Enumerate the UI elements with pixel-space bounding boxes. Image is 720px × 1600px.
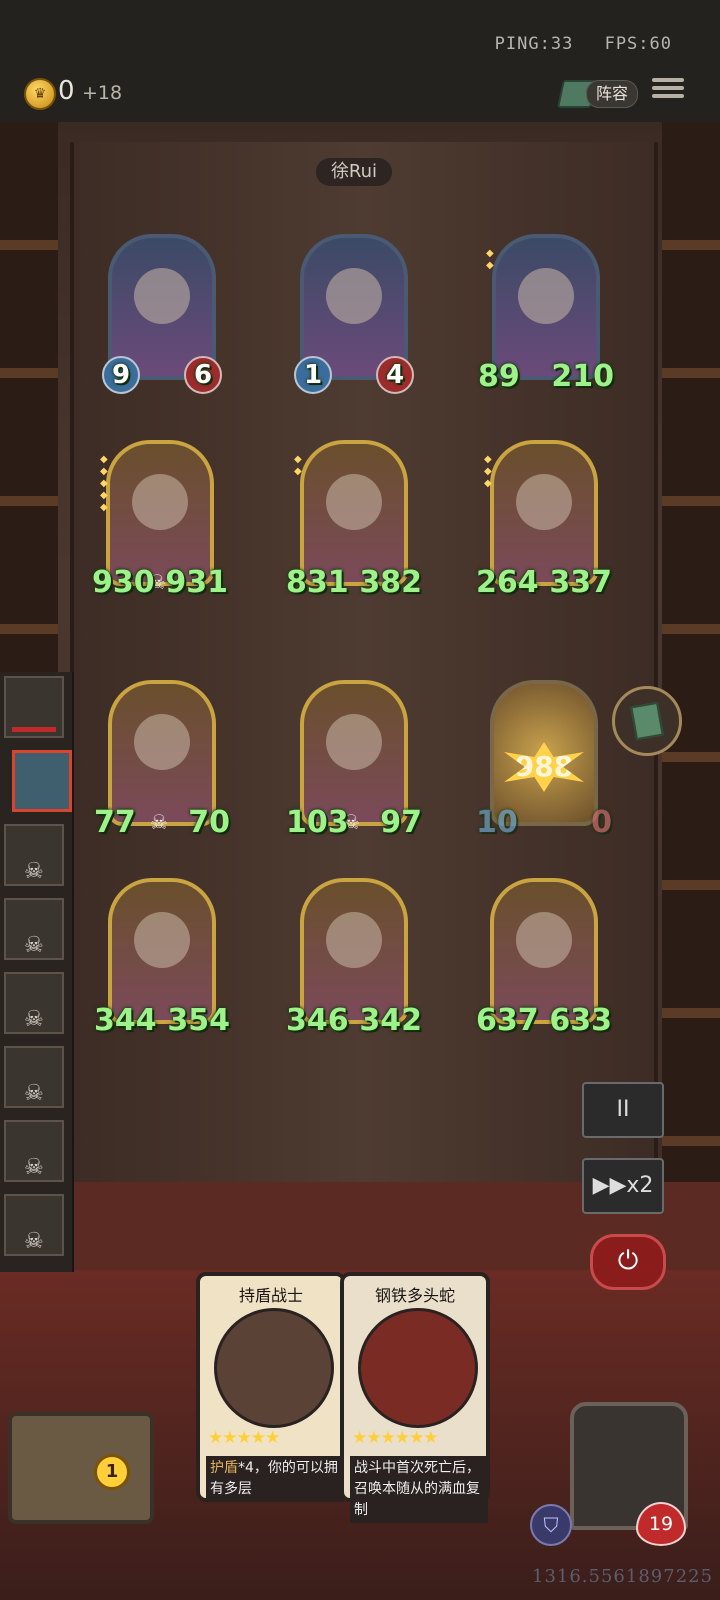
unit-health: 382 [359,565,422,600]
unit-card[interactable]: 344 354 [94,878,230,1038]
unit-attack: 264 [476,565,539,600]
skull-icon: ☠ [24,1081,44,1106]
fps-text: FPS:60 [604,34,672,54]
roster-player-eliminated[interactable]: ☠ [4,1194,64,1256]
menu-icon[interactable] [652,74,684,104]
card-name: 持盾战士 [238,1286,303,1305]
gold-coin-icon: ♛ [24,78,56,110]
card-description: 战斗中首次死亡后，召唤本随从的满血复制 [350,1456,488,1523]
star-icon: ◆ ◆ ◆ [484,454,492,489]
speed-button[interactable]: ▶▶x2 [582,1158,664,1214]
unit-attack: 831 [286,565,349,600]
unit-health: 97 [380,805,422,840]
power-button[interactable]: ⏻ [590,1234,666,1290]
unit-attack: 930 [92,565,155,600]
unit-attack: 346 [286,1003,349,1038]
unit-card-dying[interactable]: 988 10 0 [476,680,612,840]
roster-player-eliminated[interactable]: ☠ [4,1046,64,1108]
unit-attack: 77 [94,805,136,840]
hand-card[interactable]: 钢铁多头蛇 ★★★★★★ 战斗中首次死亡后，召唤本随从的满血复制 [340,1272,490,1523]
skull-icon: ☠ [24,1229,44,1254]
unit-health: 342 [359,1003,422,1038]
unit-health: 4 [376,356,414,394]
unit-card[interactable]: ☠ 77 70 [94,680,230,840]
star-icon: ◆ ◆ ◆ ◆ ◆ [100,454,108,513]
unit-card[interactable]: ◆ ◆ ◆ 264 337 [476,440,612,600]
user-id: 1316.5561897225 [532,1566,714,1587]
card-stars: ★★★★★★ [352,1428,438,1448]
health-bar [12,727,56,732]
card-art [214,1308,334,1428]
gold-amount: 0 [58,76,75,106]
shield-icon: ⛉ [530,1504,572,1546]
unit-attack: 89 [478,359,520,394]
unit-health: 354 [167,1003,230,1038]
unit-card[interactable]: ☠ 103 97 [286,680,422,840]
unit-attack: 344 [94,1003,157,1038]
skull-icon: ☠ [150,810,168,834]
pause-button[interactable]: II [582,1082,664,1138]
star-icon: ◆ ◆ [294,454,302,477]
treasure-chest[interactable]: 1 [8,1412,154,1524]
hand-card[interactable]: 持盾战士 ★★★★★ 护盾*4，你的可以拥有多层 [196,1272,346,1502]
unit-card[interactable]: ◆ ◆ 89 210 [478,234,614,394]
star-icon: ◆ ◆ [486,248,494,271]
skull-icon: ☠ [24,1007,44,1032]
opponent-name: 徐Rui [316,158,392,186]
unit-attack: 9 [102,356,140,394]
card-description: 护盾*4，你的可以拥有多层 [206,1456,344,1502]
unit-health: 0 [591,805,612,840]
network-stats: PING:33 FPS:60 [475,34,672,54]
unit-card[interactable]: ◆ ◆ 831 382 [286,440,422,600]
unit-health: 633 [549,1003,612,1038]
roster-player-selected[interactable] [12,750,72,812]
card-stars: ★★★★★ [208,1428,280,1448]
card-art [358,1308,478,1428]
chest-level: 1 [94,1454,130,1490]
unit-health: 931 [165,565,228,600]
unit-attack: 103 [286,805,349,840]
roster-player[interactable] [4,676,64,738]
top-bar: PING:33 FPS:60 ♛ 0 +18 阵容 [0,0,720,122]
unit-health: 70 [188,805,230,840]
unit-attack: 10 [476,805,518,840]
card-name: 钢铁多头蛇 [374,1286,455,1305]
ping-text: PING:33 [494,34,574,54]
roster-player-eliminated[interactable]: ☠ [4,972,64,1034]
keyword: 护盾 [210,1460,238,1476]
unit-attack: 637 [476,1003,539,1038]
player-health: 19 [636,1502,686,1546]
unit-attack: 1 [294,356,332,394]
skull-icon: ☠ [24,933,44,958]
unit-health: 210 [551,359,614,394]
unit-card[interactable]: 9 6 [100,234,224,394]
gold-income: +18 [82,82,123,104]
relic-button[interactable] [612,686,682,756]
lineup-label: 阵容 [586,80,638,108]
unit-card[interactable]: 346 342 [286,878,422,1038]
relic-icon [630,701,664,741]
roster-player-eliminated[interactable]: ☠ [4,1120,64,1182]
skull-icon: ☠ [24,859,44,884]
unit-health: 337 [549,565,612,600]
unit-card[interactable]: 1 4 [292,234,416,394]
skull-icon: ☠ [24,1155,44,1180]
lineup-button[interactable]: 阵容 [557,78,638,108]
unit-card[interactable]: 637 633 [476,878,612,1038]
unit-card[interactable]: ◆ ◆ ◆ ◆ ◆ ☠ 930 931 [92,440,228,600]
unit-health: 6 [184,356,222,394]
player-roster: ☠ ☠ ☠ ☠ ☠ ☠ [0,672,74,1272]
roster-player-eliminated[interactable]: ☠ [4,898,64,960]
roster-player-eliminated[interactable]: ☠ [4,824,64,886]
